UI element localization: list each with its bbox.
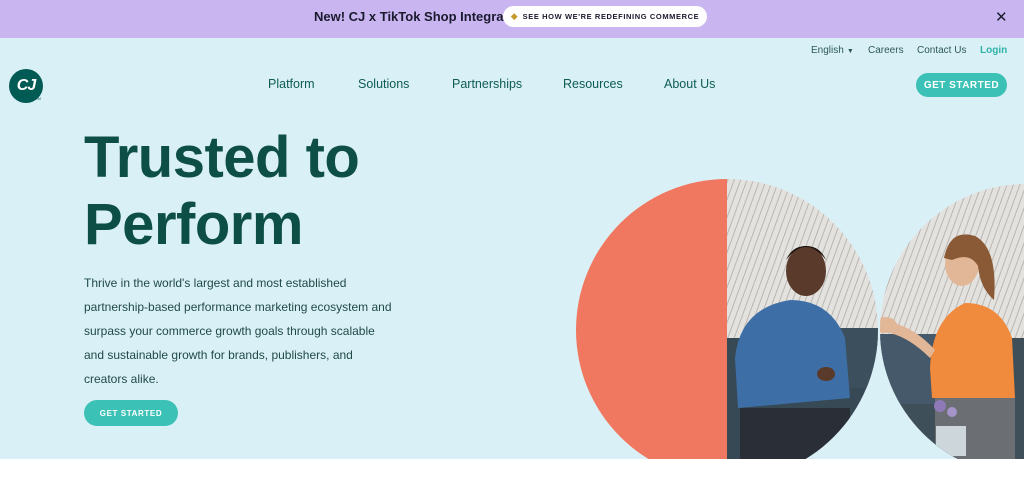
tag-icon: ◆ — [510, 11, 518, 21]
headline-line-1: Trusted to — [84, 125, 360, 190]
announcement-banner: New! CJ x TikTok Shop Integration ◆ SEE … — [0, 0, 1024, 38]
page-bottom-strip — [0, 459, 1024, 480]
logo-trademark: TM — [35, 96, 41, 101]
contact-link[interactable]: Contact Us — [917, 45, 966, 56]
nav-about-us[interactable]: About Us — [664, 77, 715, 91]
language-selector[interactable]: English ▼ — [811, 45, 854, 56]
logo-text: CJ — [16, 77, 36, 94]
hero-section: English ▼ Careers Contact Us Login CJ TM … — [0, 38, 1024, 459]
photo-woman — [880, 184, 1024, 459]
login-link[interactable]: Login — [980, 45, 1007, 56]
nav-partnerships[interactable]: Partnerships — [452, 77, 522, 91]
close-icon[interactable]: ✕ — [995, 8, 1008, 26]
photo-man — [727, 179, 878, 459]
careers-link[interactable]: Careers — [868, 45, 904, 56]
banner-cta-button[interactable]: ◆ SEE HOW WE'RE REDEFINING COMMERCE — [503, 6, 707, 27]
banner-cta-label: SEE HOW WE'RE REDEFINING COMMERCE — [522, 12, 700, 21]
get-started-nav-button[interactable]: GET STARTED — [916, 73, 1007, 97]
nav-platform[interactable]: Platform — [268, 77, 315, 91]
hero-body-text: Thrive in the world's largest and most e… — [84, 276, 392, 386]
nav-resources[interactable]: Resources — [563, 77, 623, 91]
coral-half-circle — [576, 179, 727, 459]
hero-headline: Trusted to Perform — [84, 124, 360, 258]
chevron-down-icon: ▼ — [846, 48, 854, 55]
language-label: English — [811, 45, 844, 56]
headline-line-2: Perform — [84, 192, 303, 257]
banner-text: New! CJ x TikTok Shop Integration — [314, 9, 528, 24]
get-started-hero-button[interactable]: GET STARTED — [84, 400, 178, 426]
nav-solutions[interactable]: Solutions — [358, 77, 409, 91]
